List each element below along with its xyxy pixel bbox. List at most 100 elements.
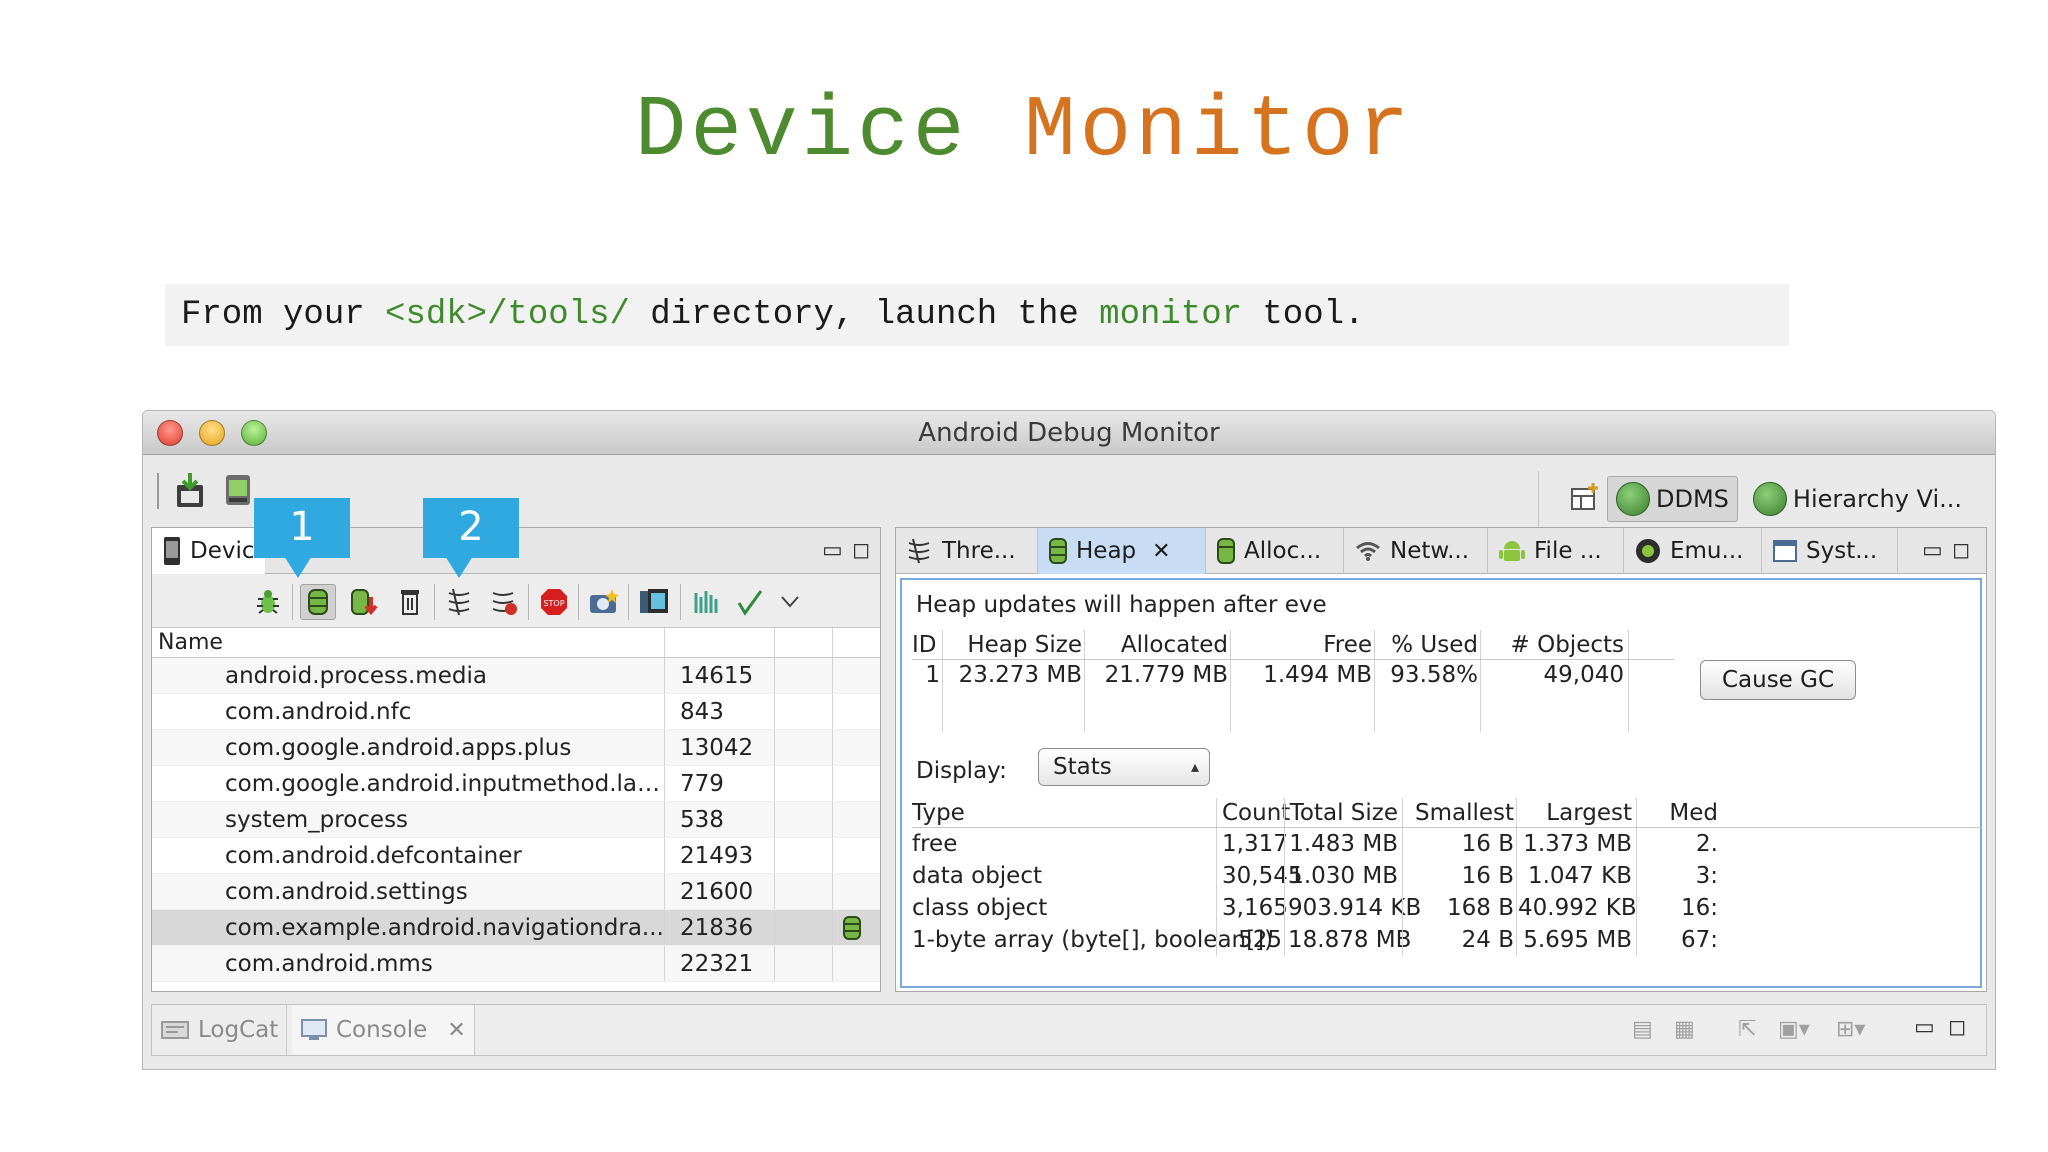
select-arrows-icon: ▴ [1190, 757, 1199, 776]
clear-console-icon[interactable]: ▤ [1632, 1017, 1662, 1045]
bottom-tab-bar: LogCat Console ✕ ▤ ▦ ⇱ ▣▾ ⊞▾ ▭ ◻ [151, 1004, 1987, 1056]
tab-emulator-label: Emu... [1670, 538, 1744, 564]
minimize-view-icon[interactable]: ▭ [1922, 538, 1943, 563]
android-device-icon[interactable] [221, 471, 255, 509]
perspective-ddms-label: DDMS [1656, 485, 1729, 513]
tab-threads[interactable]: Thre... [896, 528, 1038, 574]
start-method-profiling-icon[interactable] [486, 584, 522, 620]
instruction-post: tool. [1242, 296, 1365, 334]
heap-type-row[interactable]: free 1,317 1.483 MB 16 B 1.373 MB 2. [912, 828, 1982, 860]
heap-updates-icon [843, 916, 861, 940]
open-perspective-icon[interactable] [1569, 481, 1601, 517]
column-header-median: Med [1669, 800, 1718, 826]
tab-file-explorer[interactable]: File ... [1488, 528, 1624, 574]
column-header-total-size: Total Size [1289, 800, 1398, 826]
tab-emulator-control[interactable]: Emu... [1624, 528, 1762, 574]
column-header-percent-used: % Used [1391, 632, 1478, 658]
column-header-count: Count [1222, 800, 1291, 826]
instruction-command: monitor [1099, 296, 1242, 334]
cell-count: 525 [1238, 927, 1282, 953]
logcat-icon [161, 1021, 189, 1039]
heap-summary-empty-row [912, 692, 1674, 732]
perspective-switcher: DDMS Hierarchy Vi... [1538, 471, 1971, 527]
threads-icon [908, 538, 930, 564]
wifi-icon [1356, 542, 1380, 561]
column-header-allocated: Allocated [1120, 632, 1228, 658]
view-menu-chevron-down-icon[interactable] [772, 584, 808, 620]
close-tab-icon[interactable]: ✕ [1152, 539, 1170, 564]
tab-allocation-tracker[interactable]: Alloc... [1206, 528, 1344, 574]
column-header-heap-size: Heap Size [967, 632, 1082, 658]
dump-view-hierarchy-icon[interactable] [636, 584, 672, 620]
systrace-icon[interactable] [688, 584, 724, 620]
device-process-row[interactable]: com.android.nfc 843 [152, 694, 880, 730]
perspective-hierarchy-viewer[interactable]: Hierarchy Vi... [1744, 476, 1971, 522]
update-threads-icon[interactable] [442, 584, 478, 620]
main-toolbar: DDMS Hierarchy Vi... [143, 455, 1995, 535]
update-heap-icon[interactable] [300, 584, 336, 620]
process-name: com.android.settings [225, 879, 468, 905]
column-header-free: Free [1323, 632, 1372, 658]
window-icon [1773, 540, 1797, 562]
tab-logcat-label: LogCat [198, 1017, 279, 1043]
heap-type-row[interactable]: 1-byte array (byte[], boolean[]) 525 18.87… [912, 924, 1982, 956]
minimize-view-icon[interactable]: ▭ [822, 538, 843, 563]
tab-logcat[interactable]: LogCat [152, 1005, 288, 1055]
process-name: com.android.nfc [225, 699, 412, 725]
cause-gc-icon[interactable] [392, 584, 428, 620]
display-console-icon[interactable]: ▣▾ [1778, 1017, 1810, 1045]
callout-1: 1 [254, 498, 350, 578]
android-debug-monitor-window: Android Debug Monitor DDMS Hierarchy Vi.… [142, 410, 1996, 1070]
tab-system-information[interactable]: Syst... [1762, 528, 1898, 574]
toolbar-grip [157, 473, 159, 509]
maximize-view-icon[interactable]: ◻ [1952, 538, 1970, 563]
device-process-row[interactable]: android.process.media 14615 [152, 658, 880, 694]
device-process-row[interactable]: com.android.settings 21600 [152, 874, 880, 910]
device-process-row[interactable]: com.android.mms 22321 [152, 946, 880, 982]
device-process-row[interactable]: com.google.android.inputmethod.latin 779 [152, 766, 880, 802]
device-process-row[interactable]: com.example.android.navigationdra... 2183… [152, 910, 880, 946]
heap-type-table: Type Count Total Size Smallest Largest M… [912, 798, 1982, 986]
display-label: Display: [916, 758, 1007, 784]
cell-total-size: 1.483 MB [1289, 831, 1398, 857]
start-opengl-trace-icon[interactable] [732, 584, 768, 620]
toolbar-separator [292, 584, 293, 620]
tab-console[interactable]: Console ✕ [292, 1005, 475, 1055]
cell-allocated: 21.779 MB [1104, 662, 1228, 688]
heap-type-row[interactable]: class object 3,165 903.914 KB 168 B 40.992 K… [912, 892, 1982, 924]
tab-network-statistics[interactable]: Netw... [1344, 528, 1488, 574]
device-process-row[interactable]: com.android.defcontainer 21493 [152, 838, 880, 874]
close-tab-icon[interactable]: ✕ [447, 1018, 465, 1043]
scroll-lock-icon[interactable]: ▦ [1674, 1017, 1704, 1045]
cell-total-size: 18.878 MB [1288, 927, 1412, 953]
instruction-path: <sdk>/tools/ [385, 296, 630, 334]
debug-process-icon[interactable] [250, 584, 286, 620]
dump-hprof-icon[interactable] [346, 584, 382, 620]
perspective-ddms[interactable]: DDMS [1607, 476, 1738, 522]
title-bar: Android Debug Monitor [143, 411, 1995, 455]
tab-heap[interactable]: Heap ✕ [1038, 528, 1206, 574]
open-console-icon[interactable]: ⊞▾ [1836, 1017, 1866, 1045]
minimize-view-icon[interactable]: ▭ [1914, 1015, 1935, 1040]
heap-type-row[interactable]: data object 30,545 1.030 MB 16 B 1.047 KB 3: [912, 860, 1982, 892]
maximize-view-icon[interactable]: ◻ [852, 538, 870, 563]
display-select[interactable]: Stats ▴ [1038, 748, 1210, 786]
process-name: com.google.android.apps.plus [225, 735, 572, 761]
type-table-header: Type Count Total Size Smallest Largest M… [912, 798, 1982, 828]
tab-alloc-label: Alloc... [1244, 538, 1322, 564]
screen-capture-icon[interactable] [173, 471, 207, 509]
device-process-row[interactable]: system_process 538 [152, 802, 880, 838]
heap-summary-row[interactable]: 1 23.273 MB 21.779 MB 1.494 MB 93.58% 49… [912, 660, 1674, 692]
process-id: 21493 [680, 843, 754, 869]
column-divider [664, 628, 665, 657]
screen-capture-icon[interactable] [586, 584, 622, 620]
column-divider [774, 628, 775, 657]
cell-free: 1.494 MB [1263, 662, 1372, 688]
stop-process-icon[interactable]: STOP [536, 584, 572, 620]
cause-gc-button[interactable]: Cause GC [1700, 660, 1856, 700]
device-process-row[interactable]: com.google.android.apps.plus 13042 [152, 730, 880, 766]
tab-devices[interactable]: Devic [152, 528, 265, 574]
callout-pointer [445, 556, 473, 578]
maximize-view-icon[interactable]: ◻ [1948, 1015, 1966, 1040]
pin-console-icon[interactable]: ⇱ [1738, 1017, 1768, 1045]
